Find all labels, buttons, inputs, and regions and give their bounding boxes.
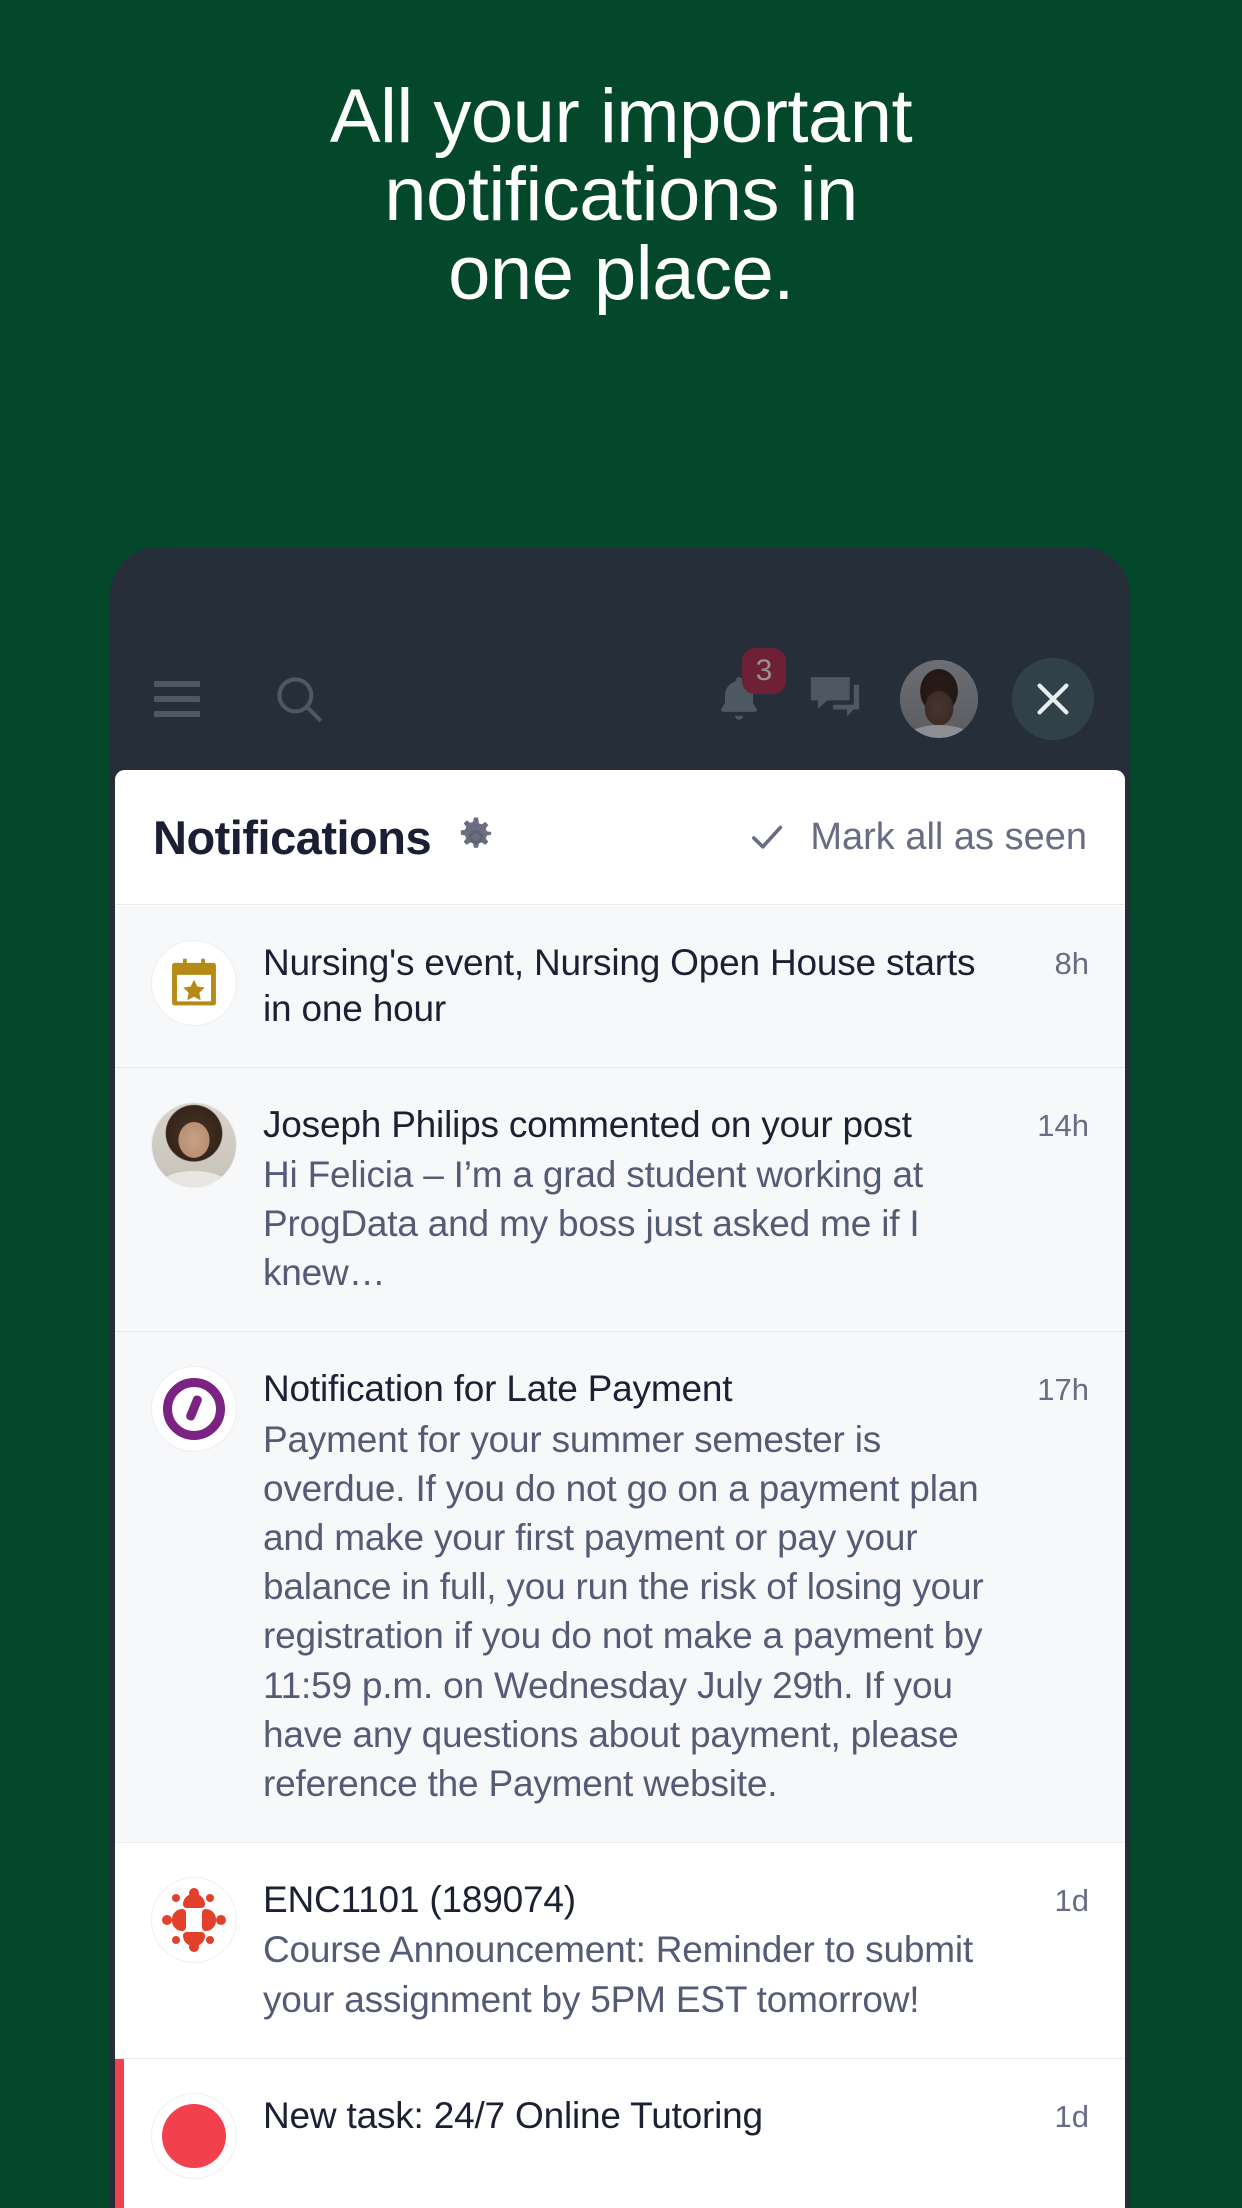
notification-badge: 3 xyxy=(742,648,786,694)
task-alert-icon xyxy=(151,2092,237,2179)
headline-line-3: one place. xyxy=(448,230,794,316)
close-x-icon[interactable] xyxy=(1012,658,1094,740)
notification-time: 1d xyxy=(1054,1883,1089,1919)
notification-row[interactable]: ENC1101 (189074) Course Announcement: Re… xyxy=(115,1843,1125,2059)
search-icon[interactable] xyxy=(268,668,330,730)
mark-all-as-seen-button[interactable]: Mark all as seen xyxy=(746,816,1087,859)
mark-all-as-seen-label: Mark all as seen xyxy=(810,815,1087,858)
notification-time: 14h xyxy=(1037,1107,1089,1143)
page-title: All your important notifications in one … xyxy=(0,74,1242,316)
bell-icon[interactable]: 3 xyxy=(708,648,786,730)
headline-line-2: notifications in xyxy=(384,152,858,238)
app-toolbar: 3 xyxy=(110,640,1130,758)
notifications-header: Notifications Mark all as seen xyxy=(115,770,1125,905)
notification-row[interactable]: Nursing's event, Nursing Open House star… xyxy=(115,906,1125,1068)
notification-body: Hi Felicia – I’m a grad student working … xyxy=(263,1153,923,1294)
notification-title: New task: 24/7 Online Tutoring xyxy=(263,2094,763,2136)
gear-icon[interactable] xyxy=(453,814,499,860)
ellucian-logo-icon xyxy=(151,1366,237,1453)
notification-title: ENC1101 (189074) xyxy=(263,1879,576,1921)
notifications-panel: Notifications Mark all as seen Nursing's… xyxy=(115,770,1125,2208)
notification-title: Nursing's event, Nursing Open House star… xyxy=(263,942,976,1030)
notification-time: 1d xyxy=(1054,2098,1089,2134)
canvas-logo-icon xyxy=(151,1877,237,1964)
notification-row[interactable]: Joseph Philips commented on your post Hi… xyxy=(115,1067,1125,1333)
user-avatar[interactable] xyxy=(900,660,978,738)
chat-bubble-icon[interactable] xyxy=(804,668,866,730)
notification-time: 17h xyxy=(1037,1372,1089,1408)
phone-mockup: 3 Notifications Mark all as seen Nursing… xyxy=(110,547,1130,2208)
notifications-list[interactable]: Nursing's event, Nursing Open House star… xyxy=(115,906,1125,2208)
notification-row[interactable]: Notification for Late Payment Payment fo… xyxy=(115,1332,1125,1844)
user-avatar-joseph xyxy=(151,1101,237,1188)
notification-time: 8h xyxy=(1054,946,1089,981)
notification-body: Payment for your summer semester is over… xyxy=(263,1418,984,1805)
hamburger-menu-icon[interactable] xyxy=(146,668,208,730)
notifications-title: Notifications xyxy=(153,810,432,864)
notification-title: Notification for Late Payment xyxy=(263,1368,733,1410)
calendar-star-icon xyxy=(151,940,237,1026)
notification-row[interactable]: New task: 24/7 Online Tutoring 1d xyxy=(115,2058,1125,2208)
notification-title: Joseph Philips commented on your post xyxy=(263,1103,912,1145)
headline-line-1: All your important xyxy=(329,74,913,159)
check-icon xyxy=(752,825,783,849)
notification-body: Course Announcement: Reminder to submit … xyxy=(263,1929,973,2020)
